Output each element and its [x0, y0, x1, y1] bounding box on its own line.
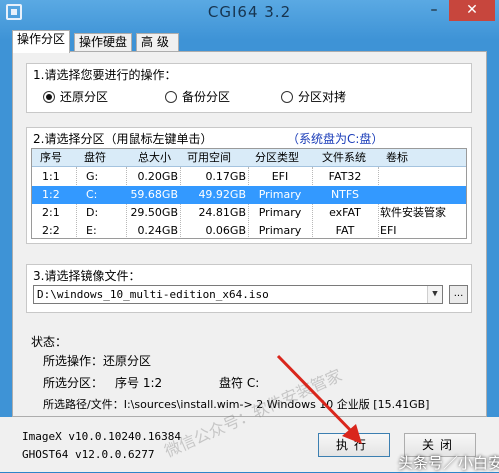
- radio-copy-label: 分区对拷: [298, 90, 347, 104]
- column-header-free[interactable]: 可用空间: [187, 149, 231, 167]
- partition-title: 2.请选择分区（用鼠标左键单击）: [33, 132, 213, 146]
- tab-content: 1.请选择您要进行的操作： 还原分区 备份分区 分区对拷 2.请选择分区（用鼠标…: [12, 51, 487, 417]
- tab-disk-ops[interactable]: 操作硬盘: [74, 33, 133, 52]
- column-header-index[interactable]: 序号: [40, 149, 62, 167]
- partition-panel: 2.请选择分区（用鼠标左键单击） （系统盘为C:盘） 序号 盘符 总大小 可用空…: [26, 127, 472, 244]
- tab-advanced[interactable]: 高 级: [136, 33, 179, 52]
- table-cell: EFI: [380, 224, 397, 237]
- status-operation: 所选操作：还原分区: [43, 354, 152, 368]
- minimize-icon: –: [430, 2, 438, 18]
- red-arrow-icon: [276, 354, 362, 444]
- close-icon: ✕: [466, 2, 478, 18]
- table-cell: FAT: [335, 224, 355, 237]
- table-cell: 1:2: [42, 188, 60, 201]
- status-partition-drive: 盘符 C:: [219, 376, 260, 390]
- imagex-version: ImageX v10.0.10240.16384: [22, 430, 181, 443]
- column-header-type[interactable]: 分区类型: [255, 149, 299, 167]
- table-cell: 2:1: [42, 206, 60, 219]
- close-window-button[interactable]: ✕: [449, 0, 495, 21]
- column-header-size[interactable]: 总大小: [138, 149, 171, 167]
- table-cell: 1:1: [42, 170, 60, 183]
- system-disk-note: （系统盘为C:盘）: [287, 132, 384, 146]
- status-partition-label: 所选分区：: [43, 376, 104, 390]
- radio-unchecked-icon: [281, 91, 293, 103]
- operation-title: 1.请选择您要进行的操作：: [33, 68, 177, 82]
- status-partition-index: 序号 1:2: [115, 376, 163, 390]
- table-cell: 49.92GB: [198, 188, 246, 201]
- table-cell: Primary: [258, 188, 302, 201]
- image-panel: 3.请选择镜像文件： D:\windows_10_multi-edition_x…: [26, 264, 472, 313]
- radio-checked-icon: [43, 91, 55, 103]
- table-cell: 0.17GB: [205, 170, 246, 183]
- radio-restore[interactable]: 还原分区: [43, 89, 108, 105]
- operation-panel: 1.请选择您要进行的操作： 还原分区 备份分区 分区对拷: [26, 63, 472, 113]
- partition-table: 序号 盘符 总大小 可用空间 分区类型 文件系统 卷标 1:1 G: 0.20GB 0…: [31, 148, 467, 239]
- cgi-window: CGI64 3.2 – ✕ 操作分区 操作硬盘 高 级 1.请选择您要进行的操作…: [0, 0, 499, 472]
- image-title: 3.请选择镜像文件：: [33, 269, 141, 283]
- table-cell: 0.24GB: [137, 224, 178, 237]
- table-cell: 59.68GB: [130, 188, 178, 201]
- radio-copy[interactable]: 分区对拷: [281, 89, 346, 105]
- watermark-corner: 头条号／小白安装: [398, 454, 499, 472]
- table-cell: Primary: [258, 224, 302, 237]
- tab-partition-ops[interactable]: 操作分区: [12, 30, 71, 53]
- table-cell: 24.81GB: [198, 206, 246, 219]
- table-cell: 软件安装管家: [380, 206, 446, 219]
- table-header: 序号 盘符 总大小 可用空间 分区类型 文件系统 卷标: [32, 149, 466, 167]
- table-cell: D:: [86, 206, 99, 219]
- table-cell: 29.50GB: [130, 206, 178, 219]
- table-cell: C:: [86, 188, 98, 201]
- ghost-version: GHOST64 v12.0.0.6277: [22, 448, 155, 461]
- table-cell: FAT32: [328, 170, 362, 183]
- table-cell: 2:2: [42, 224, 60, 237]
- radio-backup-label: 备份分区: [182, 90, 231, 104]
- column-header-label[interactable]: 卷标: [386, 149, 408, 167]
- table-cell: 0.20GB: [137, 170, 178, 183]
- browse-button[interactable]: ...: [449, 285, 468, 304]
- table-cell: NTFS: [330, 188, 360, 201]
- radio-backup[interactable]: 备份分区: [165, 89, 230, 105]
- minimize-button[interactable]: –: [420, 0, 448, 21]
- table-row[interactable]: 1:2 C: 59.68GB 49.92GB Primary NTFS: [32, 186, 466, 204]
- title-bar[interactable]: CGI64 3.2 – ✕: [0, 0, 499, 26]
- table-cell: EFI: [271, 170, 289, 183]
- status-title: 状态：: [31, 335, 68, 349]
- table-cell: 0.06GB: [205, 224, 246, 237]
- column-header-fs[interactable]: 文件系统: [322, 149, 366, 167]
- image-path-select[interactable]: D:\windows_10_multi-edition_x64.iso ▼: [33, 285, 443, 304]
- table-row[interactable]: 1:1 G: 0.20GB 0.17GB EFI FAT32: [32, 168, 466, 186]
- table-cell: exFAT: [329, 206, 361, 219]
- column-header-drive[interactable]: 盘符: [84, 149, 106, 167]
- chevron-down-icon[interactable]: ▼: [427, 286, 442, 303]
- table-cell: G:: [86, 170, 99, 183]
- table-row[interactable]: 2:2 E: 0.24GB 0.06GB Primary FAT EFI: [32, 222, 466, 238]
- table-cell: Primary: [258, 206, 302, 219]
- radio-unchecked-icon: [165, 91, 177, 103]
- radio-restore-label: 还原分区: [60, 90, 109, 104]
- table-cell: E:: [86, 224, 97, 237]
- table-row[interactable]: 2:1 D: 29.50GB 24.81GB Primary exFAT 软件安装管家: [32, 204, 466, 222]
- image-path-value: D:\windows_10_multi-edition_x64.iso: [37, 288, 269, 301]
